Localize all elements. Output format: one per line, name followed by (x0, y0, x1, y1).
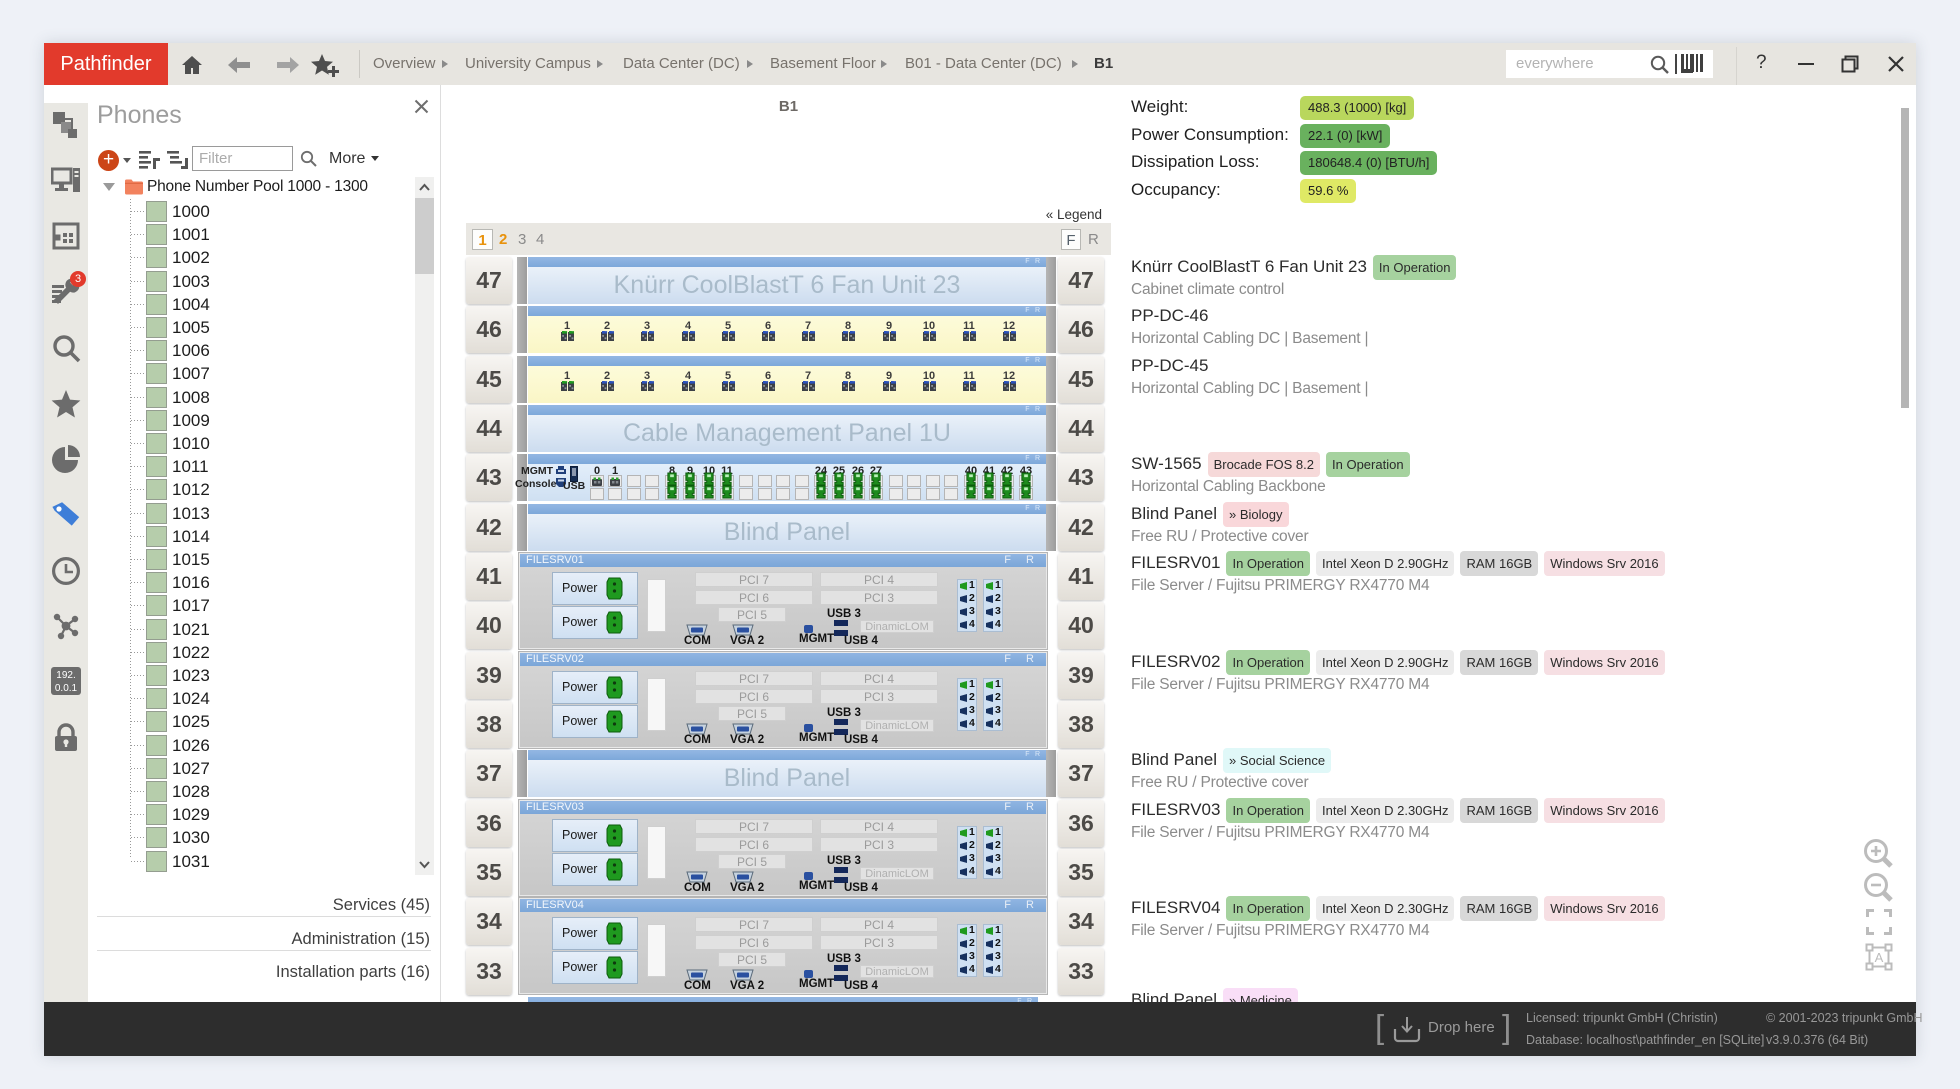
svg-text:A: A (1875, 950, 1884, 965)
